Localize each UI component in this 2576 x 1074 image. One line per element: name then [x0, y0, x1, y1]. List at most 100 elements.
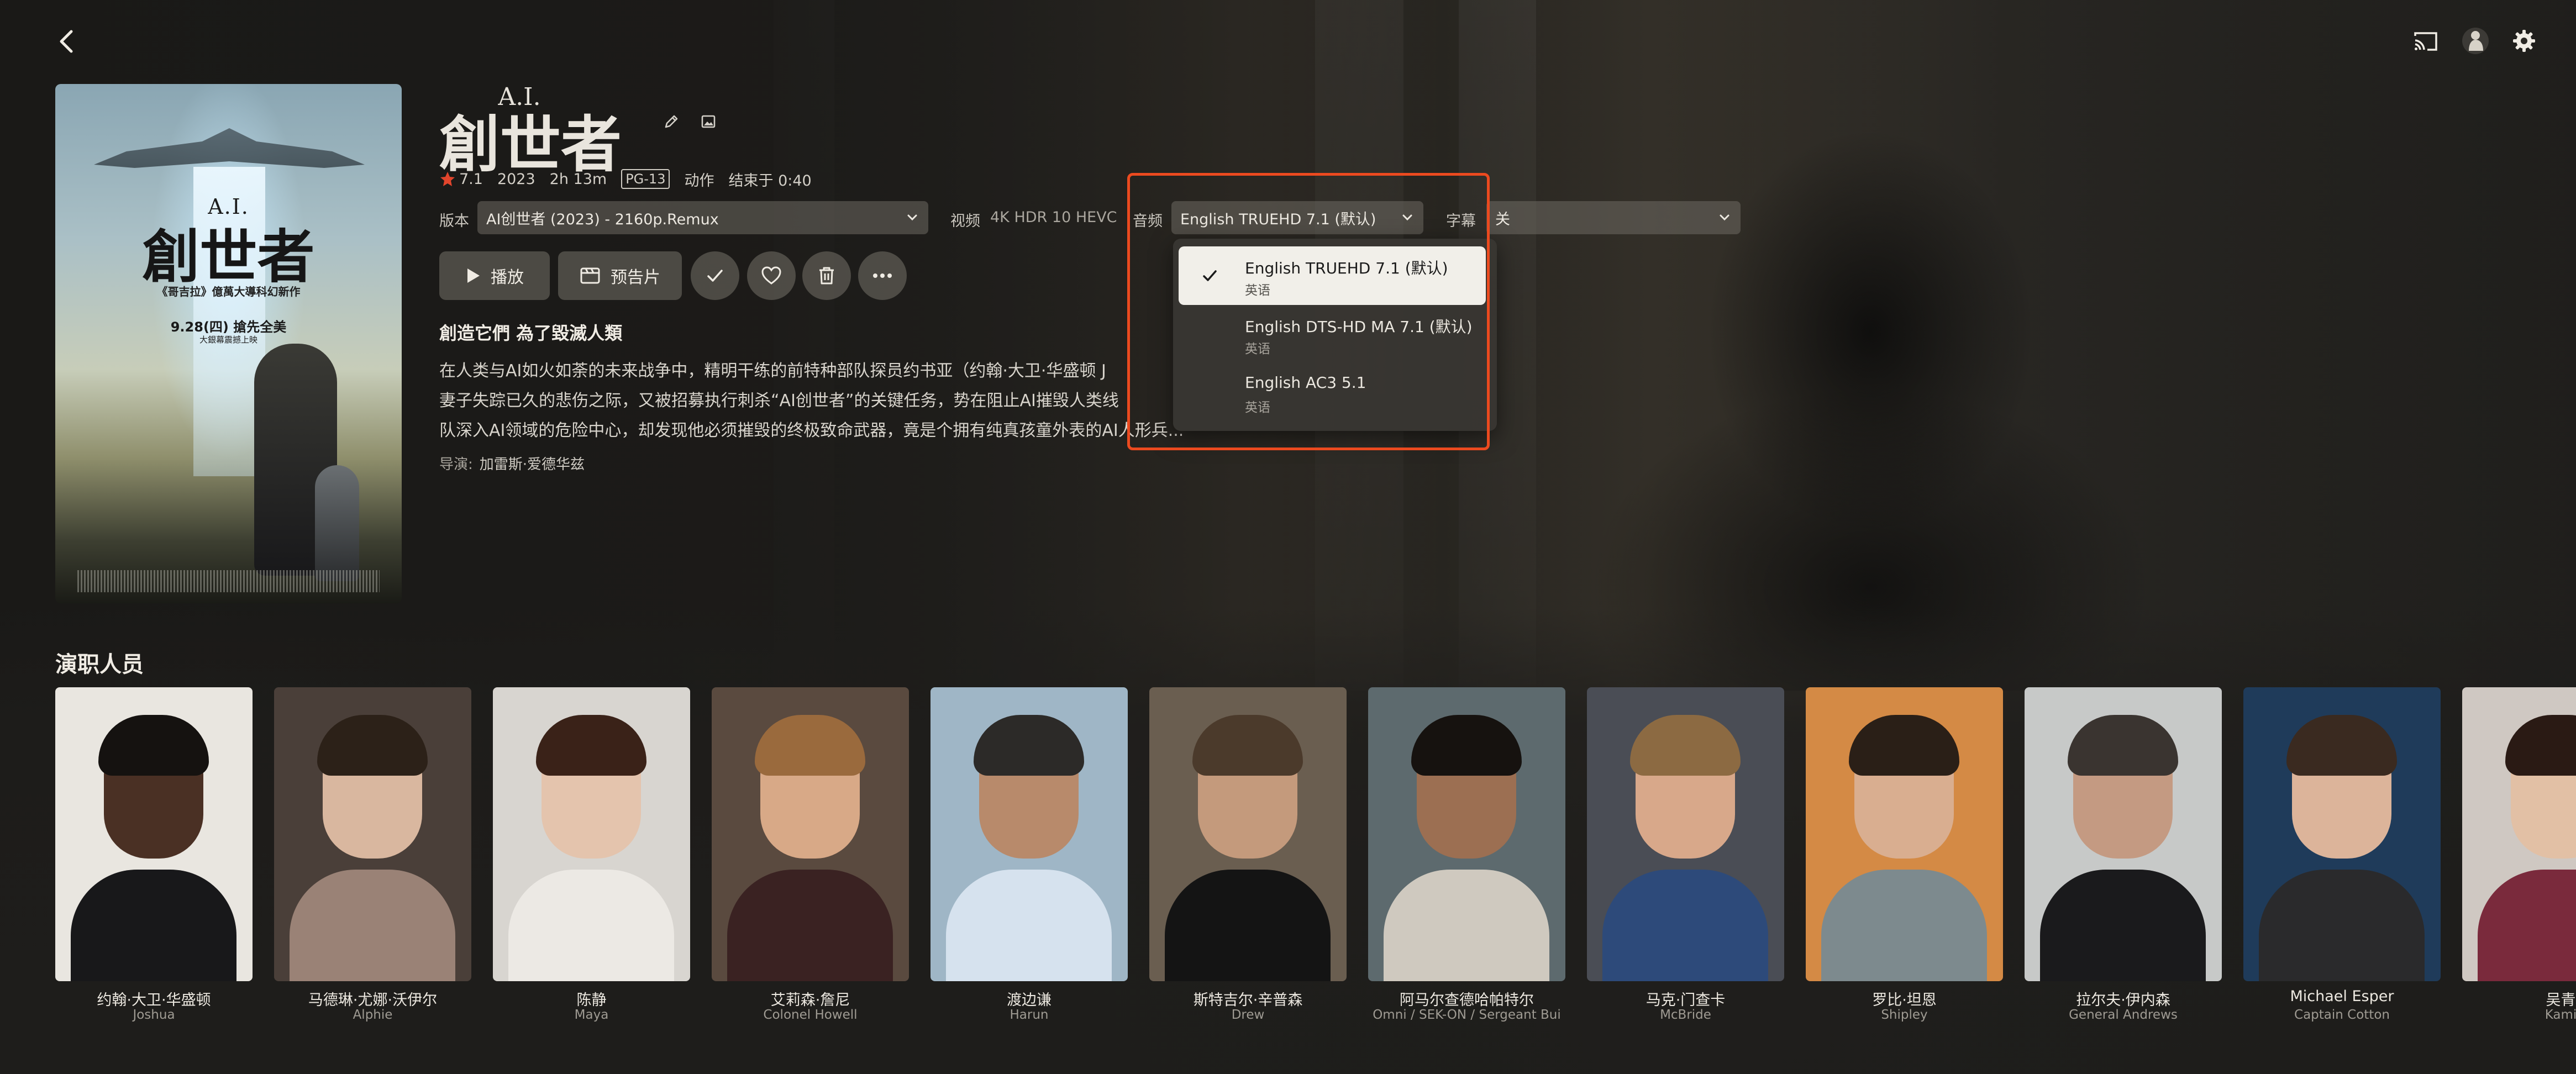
director-name[interactable]: 加雷斯·爱德华兹 [480, 456, 585, 473]
cast-name: 斯特吉尔·辛普森 [1193, 992, 1303, 1009]
cast-card[interactable]: 约翰·大卫·华盛顿 Joshua [55, 687, 253, 1030]
cast-photo-hair [755, 715, 865, 776]
cast-card[interactable]: 罗比·坦恩 Shipley [1806, 687, 2003, 1030]
subtitle-select[interactable]: 关 [1486, 201, 1741, 234]
heart-icon [761, 266, 781, 285]
cast-photo-hair [536, 715, 646, 776]
poster-title: 創世者 [142, 223, 315, 291]
play-button-label: 播放 [491, 268, 524, 287]
cast-photo [493, 687, 690, 981]
settings-button[interactable] [2510, 27, 2538, 55]
cast-role: Colonel Howell [763, 1008, 858, 1022]
chevron-down-icon [1720, 214, 1729, 221]
overview-line: 妻子失踪已久的悲伤之际，又被招募执行刺杀“AI创世者”的关键任务，势在阻止AI摧… [439, 391, 1119, 410]
subtitle-select-value: 关 [1495, 210, 1510, 228]
avatar-icon [2462, 28, 2489, 54]
cast-card[interactable]: 吴青 Kami [2462, 687, 2576, 1030]
overview-line: 在人类与AI如火如荼的未来战争中，精明干练的前特种部队探员约书亚（约翰·大卫·华… [439, 361, 1106, 381]
cast-photo [2462, 687, 2576, 981]
cast-photo-hair [98, 715, 209, 776]
cast-name: 拉尔夫·伊内森 [2076, 992, 2170, 1009]
overview-line: 队深入AI领域的危险中心，却发现他必须摧毁的终极致命武器，竟是个拥有纯真孩童外表… [439, 421, 1185, 440]
cast-card[interactable]: 斯特吉尔·辛普森 Drew [1149, 687, 1347, 1030]
delete-button[interactable] [802, 251, 851, 300]
pencil-icon [665, 115, 678, 128]
cast-photo-hair [974, 715, 1084, 776]
back-button[interactable] [53, 27, 80, 56]
cast-role: Maya [574, 1008, 609, 1022]
ends-at: 结束于 0:40 [728, 172, 812, 189]
release-year: 2023 [497, 170, 535, 188]
trailer-button[interactable]: 预告片 [558, 251, 682, 300]
cast-role: Joshua [133, 1008, 175, 1022]
cast-card[interactable]: 陈静 Maya [493, 687, 690, 1030]
cast-card[interactable]: 拉尔夫·伊内森 General Andrews [2025, 687, 2222, 1030]
version-select[interactable]: AI创世者 (2023) - 2160p.Remux [477, 201, 928, 234]
film-icon [580, 267, 600, 284]
cast-name: 渡边谦 [1007, 992, 1052, 1009]
movie-detail-page: A.I. 創世者 《哥吉拉》億萬大導科幻新作 9.28(四) 搶先全美 大銀幕震… [0, 0, 2576, 1074]
video-label: 视频 [950, 213, 980, 230]
cast-photo-body [1821, 870, 1987, 981]
cast-photo-hair [317, 715, 428, 776]
cast-card[interactable]: 渡边谦 Harun [930, 687, 1128, 1030]
cast-role: Kami [2545, 1008, 2576, 1022]
cast-photo [712, 687, 909, 981]
cast-photo-hair [2068, 715, 2178, 776]
more-button[interactable] [858, 251, 907, 300]
play-button[interactable]: 播放 [439, 251, 550, 300]
cast-photo-body [71, 870, 236, 981]
cast-photo [55, 687, 253, 981]
version-select-value: AI创世者 (2023) - 2160p.Remux [486, 210, 719, 228]
cast-card[interactable]: 马德琳·尤娜·沃伊尔 Alphie [274, 687, 471, 1030]
cast-role: McBride [1660, 1008, 1711, 1022]
cast-photo-body [1165, 870, 1331, 981]
version-label: 版本 [439, 213, 469, 230]
annotation-highlight-box [1127, 173, 1490, 450]
cast-name: 吴青 [2546, 992, 2576, 1009]
cast-role: Shipley [1881, 1008, 1928, 1022]
poster-credits-block [77, 570, 380, 592]
cast-photo [2025, 687, 2222, 981]
cast-card[interactable]: 艾莉森·詹尼 Colonel Howell [712, 687, 909, 1030]
movie-poster[interactable]: A.I. 創世者 《哥吉拉》億萬大導科幻新作 9.28(四) 搶先全美 大銀幕震… [55, 84, 402, 603]
cast-photo-body [1384, 870, 1549, 981]
cast-photo-hair [1849, 715, 1959, 776]
cast-role: Omni / SEK-ON / Sergeant Bui [1373, 1008, 1561, 1022]
cast-name: 马克·门查卡 [1646, 992, 1726, 1009]
poster-child [315, 465, 359, 581]
more-horizontal-icon [873, 273, 892, 278]
trash-icon [819, 267, 834, 285]
cast-role: Captain Cotton [2294, 1008, 2390, 1022]
mark-played-button[interactable] [691, 251, 739, 300]
cast-photo-body [2478, 870, 2576, 981]
director-row: 导演: 加雷斯·爱德华兹 [439, 453, 585, 473]
cast-photo-hair [1411, 715, 1522, 776]
movie-meta-row: 7.1 2023 2h 13m PG-13 动作 结束于 0:40 [439, 167, 826, 191]
cast-photo [930, 687, 1128, 981]
cast-photo-hair [2505, 715, 2576, 776]
movie-tagline: 創造它們 為了毀滅人類 [439, 323, 623, 344]
cast-name: 陈静 [576, 992, 607, 1009]
content-rating-badge: PG-13 [621, 169, 670, 189]
cast-heading: 演职人员 [55, 652, 144, 677]
cast-card[interactable]: 马克·门查卡 McBride [1587, 687, 1784, 1030]
director-label: 导演: [439, 456, 473, 473]
cast-photo [1806, 687, 2003, 981]
user-avatar-button[interactable] [2460, 25, 2491, 56]
edit-images-button[interactable] [697, 110, 719, 133]
cast-role: Harun [1010, 1008, 1049, 1022]
cast-card[interactable]: 阿马尔查德哈帕特尔 Omni / SEK-ON / Sergeant Bui [1368, 687, 1565, 1030]
play-icon [467, 268, 480, 283]
poster-release-date: 9.28(四) 搶先全美 [170, 319, 287, 335]
video-info: 4K HDR 10 HEVC [990, 209, 1117, 226]
cast-photo [274, 687, 471, 981]
cast-photo-body [508, 870, 674, 981]
cast-card[interactable]: Michael Esper Captain Cotton [2243, 687, 2441, 1030]
cast-button[interactable] [2410, 28, 2441, 55]
favorite-button[interactable] [747, 251, 796, 300]
edit-metadata-button[interactable] [660, 110, 682, 133]
cast-photo-hair [1192, 715, 1303, 776]
movie-overview: 在人类与AI如火如荼的未来战争中，精明干练的前特种部队探员约书亚（约翰·大卫·华… [439, 356, 1185, 446]
cast-name: 阿马尔查德哈帕特尔 [1400, 992, 1534, 1009]
